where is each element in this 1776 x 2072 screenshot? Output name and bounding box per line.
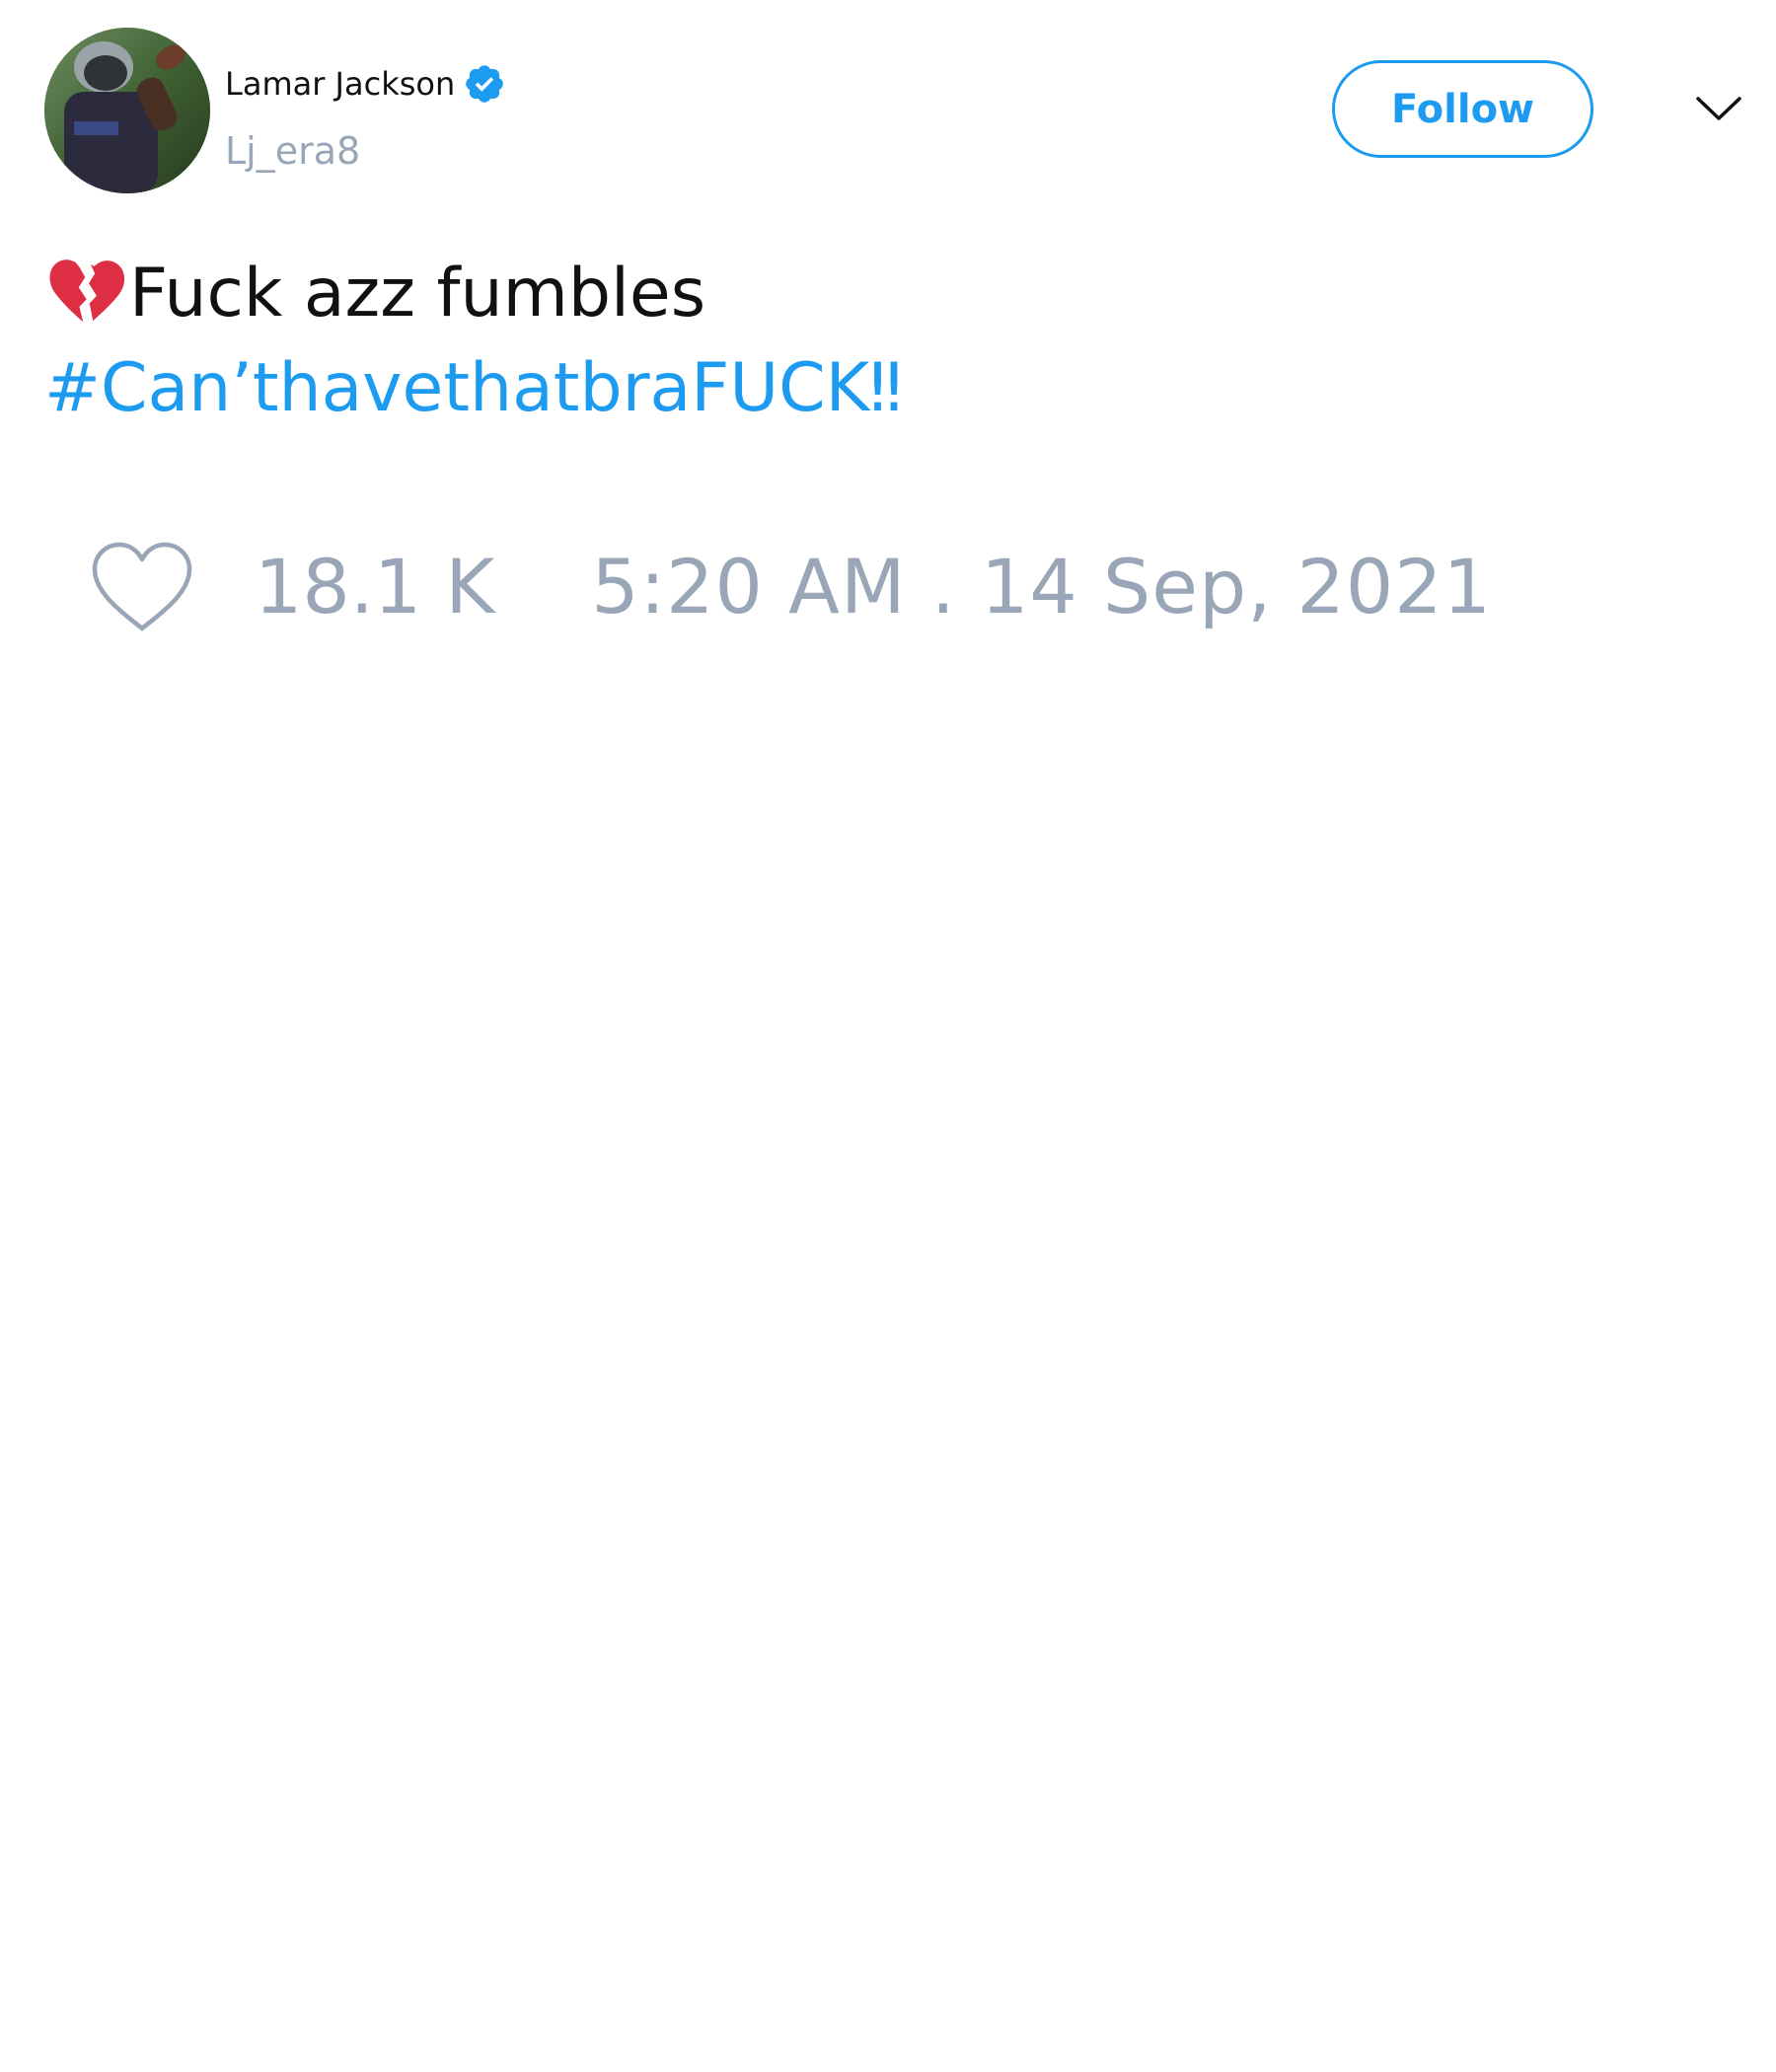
tweet-line-1: Fuck azz fumbles — [44, 247, 1722, 341]
display-name[interactable]: Lamar Jackson — [225, 61, 455, 107]
tweet-line-2: #Can’thavethatbraFUCK‼ — [44, 341, 1722, 436]
like-count: 18.1 K — [255, 543, 495, 630]
display-name-row: Lamar Jackson — [225, 61, 506, 107]
avatar[interactable] — [44, 28, 210, 193]
tweet-card: Lamar Jackson Lj_era8 Follow Fuck azz fu… — [0, 0, 1776, 2072]
tweet-footer: 18.1 K 5:20 AM . 14 Sep, 2021 — [89, 538, 1492, 636]
verified-badge-icon — [463, 62, 506, 106]
chevron-down-icon[interactable] — [1695, 91, 1742, 126]
tweet-text: Fuck azz fumbles — [129, 255, 706, 333]
timestamp[interactable]: 5:20 AM . 14 Sep, 2021 — [591, 538, 1492, 636]
avatar-image — [44, 28, 210, 193]
tweet-body: Fuck azz fumbles #Can’thavethatbraFUCK‼ — [44, 247, 1722, 436]
broken-heart-icon — [44, 253, 127, 335]
follow-button[interactable]: Follow — [1332, 60, 1593, 158]
heart-outline-icon[interactable] — [89, 540, 195, 634]
user-handle[interactable]: Lj_era8 — [225, 126, 360, 176]
hashtag-link[interactable]: #Can’thavethatbraFUCK‼ — [44, 341, 902, 436]
